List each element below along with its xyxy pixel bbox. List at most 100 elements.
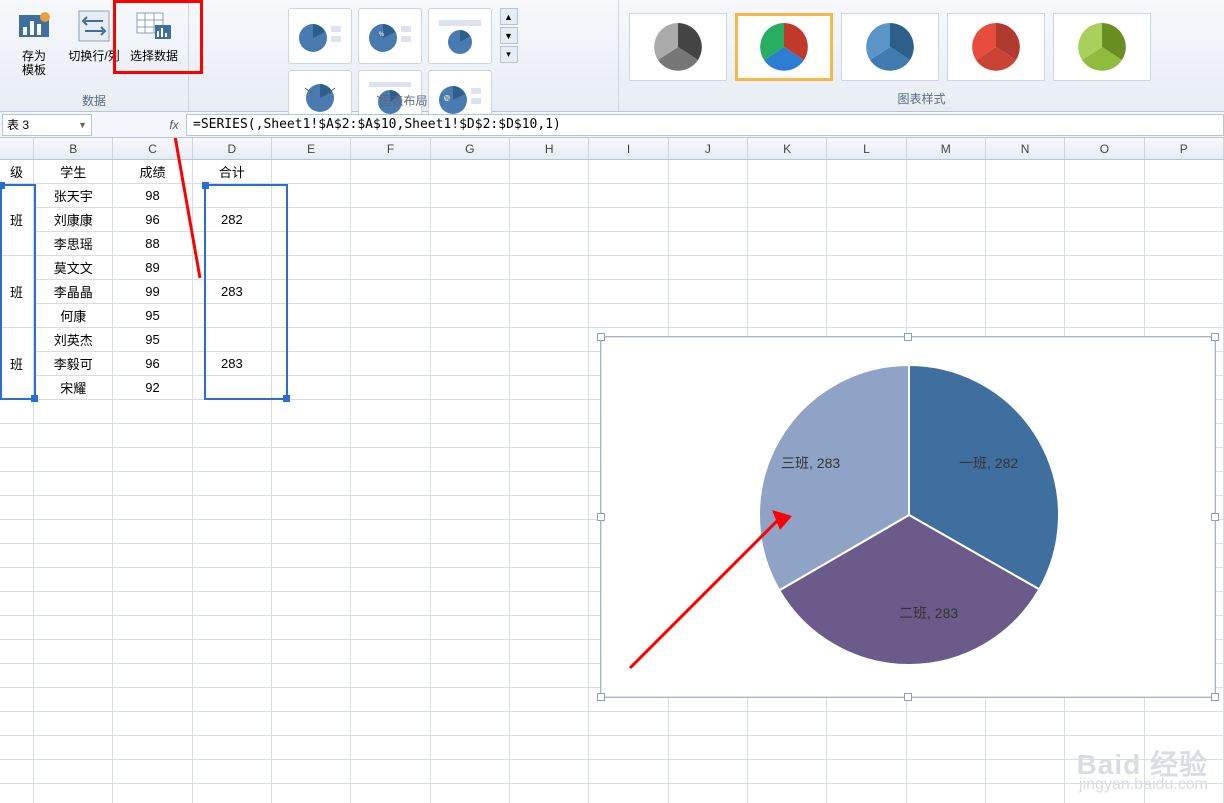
cell[interactable]	[986, 256, 1065, 280]
cell[interactable]	[351, 256, 430, 280]
cell[interactable]	[669, 232, 748, 256]
cell[interactable]: 刘康康	[34, 208, 113, 232]
cell[interactable]	[272, 328, 351, 352]
cell[interactable]	[113, 424, 192, 448]
layout-option-1[interactable]	[288, 8, 352, 64]
cell[interactable]	[193, 304, 272, 328]
cell[interactable]	[0, 520, 34, 544]
cell[interactable]	[34, 640, 113, 664]
cell[interactable]	[272, 736, 351, 760]
cell[interactable]	[113, 568, 192, 592]
layout-option-3[interactable]	[428, 8, 492, 64]
cell[interactable]	[351, 640, 430, 664]
cell[interactable]	[431, 784, 510, 803]
cell[interactable]	[669, 736, 748, 760]
cell[interactable]	[272, 592, 351, 616]
cell[interactable]	[1145, 760, 1224, 784]
cell[interactable]	[34, 664, 113, 688]
cell[interactable]: 99	[113, 280, 192, 304]
cell[interactable]	[193, 616, 272, 640]
cell[interactable]	[1065, 256, 1144, 280]
cell[interactable]	[351, 232, 430, 256]
cell[interactable]	[113, 592, 192, 616]
cell[interactable]	[1145, 208, 1224, 232]
cell[interactable]	[748, 760, 827, 784]
chart-style-5[interactable]	[1053, 13, 1151, 81]
cell[interactable]: 班	[0, 328, 34, 400]
cell[interactable]	[510, 496, 589, 520]
cell[interactable]	[510, 616, 589, 640]
cell[interactable]	[748, 736, 827, 760]
chart-style-4[interactable]	[947, 13, 1045, 81]
cell[interactable]	[351, 736, 430, 760]
formula-input[interactable]: =SERIES(,Sheet1!$A$2:$A$10,Sheet1!$D$2:$…	[186, 114, 1224, 136]
cell[interactable]: 莫文文	[34, 256, 113, 280]
cell[interactable]	[907, 160, 986, 184]
cell[interactable]	[431, 376, 510, 400]
fx-icon[interactable]: fx	[162, 118, 186, 132]
cell[interactable]: 级	[0, 160, 34, 184]
col-header-D[interactable]: D	[193, 138, 272, 159]
col-header-corner[interactable]	[0, 138, 34, 159]
cell[interactable]	[986, 304, 1065, 328]
cell[interactable]	[113, 760, 192, 784]
name-box[interactable]: 表 3 ▼	[2, 114, 92, 136]
cell[interactable]	[113, 688, 192, 712]
cell[interactable]	[510, 688, 589, 712]
cell[interactable]	[748, 208, 827, 232]
embedded-pie-chart[interactable]: 一班, 282 二班, 283 三班, 283	[600, 336, 1216, 698]
cell[interactable]	[986, 232, 1065, 256]
cell[interactable]	[193, 592, 272, 616]
cell[interactable]	[351, 664, 430, 688]
cell[interactable]: 89	[113, 256, 192, 280]
cell[interactable]	[272, 184, 351, 208]
cell[interactable]	[748, 784, 827, 803]
cell[interactable]	[113, 736, 192, 760]
cell[interactable]	[272, 616, 351, 640]
cell[interactable]	[193, 400, 272, 424]
cell[interactable]	[986, 760, 1065, 784]
cell[interactable]	[1065, 304, 1144, 328]
cell[interactable]	[0, 664, 34, 688]
chart-style-2[interactable]	[735, 13, 833, 81]
cell[interactable]	[431, 592, 510, 616]
cell[interactable]	[1145, 184, 1224, 208]
cell[interactable]	[113, 784, 192, 803]
cell[interactable]	[0, 424, 34, 448]
cell[interactable]	[351, 280, 430, 304]
cell[interactable]	[351, 376, 430, 400]
cell[interactable]	[272, 352, 351, 376]
cell[interactable]	[34, 568, 113, 592]
cell[interactable]	[0, 760, 34, 784]
cell[interactable]	[34, 424, 113, 448]
cell[interactable]	[351, 208, 430, 232]
cell[interactable]	[827, 232, 906, 256]
cell[interactable]	[907, 184, 986, 208]
cell[interactable]: 96	[113, 352, 192, 376]
cell[interactable]	[113, 640, 192, 664]
cell[interactable]	[113, 496, 192, 520]
cell[interactable]	[431, 256, 510, 280]
cell[interactable]	[193, 640, 272, 664]
cell[interactable]	[351, 424, 430, 448]
cell[interactable]	[1145, 736, 1224, 760]
cell[interactable]	[1065, 232, 1144, 256]
cell[interactable]	[113, 544, 192, 568]
cell[interactable]	[907, 280, 986, 304]
col-header-J[interactable]: J	[669, 138, 748, 159]
cell[interactable]	[986, 736, 1065, 760]
cell[interactable]	[0, 712, 34, 736]
cell[interactable]	[431, 664, 510, 688]
cell[interactable]	[510, 376, 589, 400]
cell[interactable]	[510, 568, 589, 592]
cell[interactable]	[431, 304, 510, 328]
cell[interactable]	[907, 736, 986, 760]
cell[interactable]	[272, 232, 351, 256]
cell[interactable]: 合计	[193, 160, 272, 184]
cell[interactable]	[272, 760, 351, 784]
cell[interactable]	[351, 784, 430, 803]
cell[interactable]	[748, 280, 827, 304]
cell[interactable]	[272, 664, 351, 688]
cell[interactable]	[0, 448, 34, 472]
cell[interactable]	[510, 232, 589, 256]
